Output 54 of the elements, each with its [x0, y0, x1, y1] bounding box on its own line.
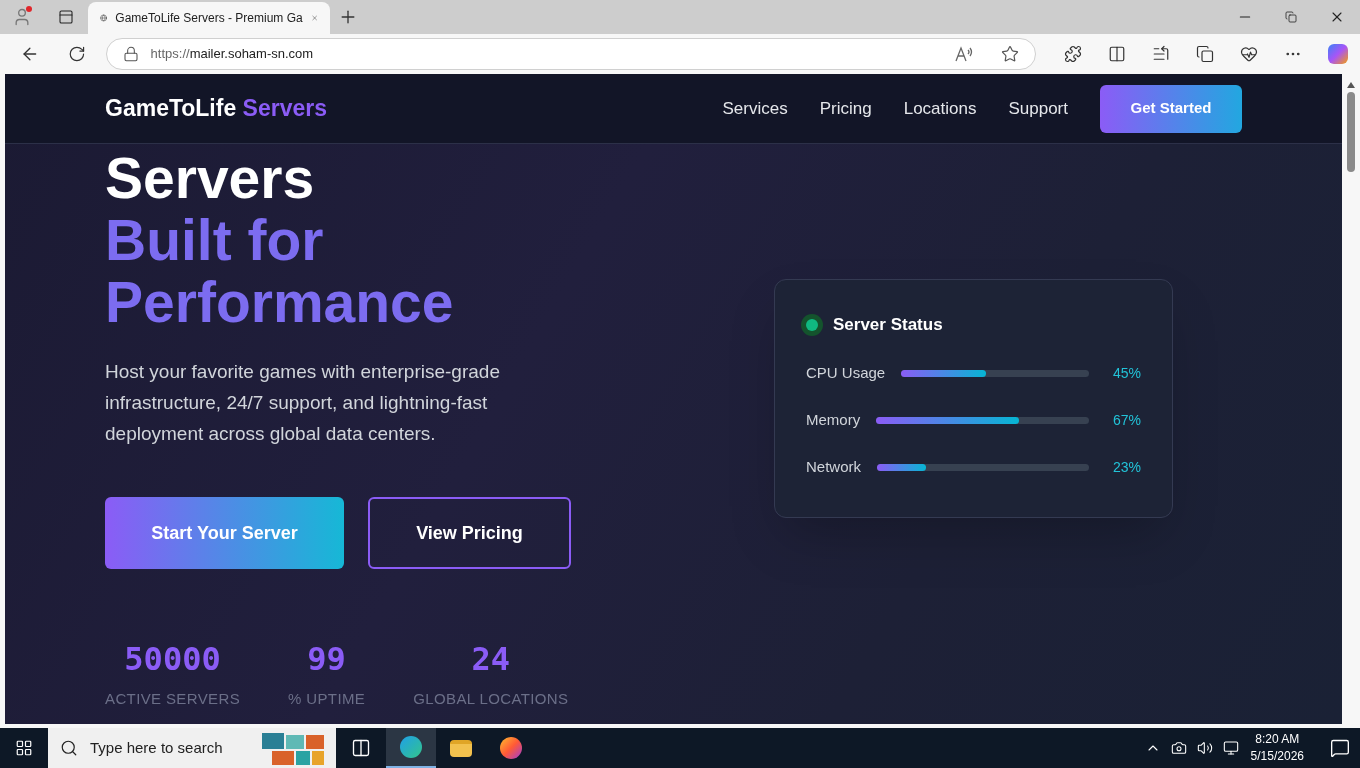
hero-heading-line: Built for: [105, 209, 325, 271]
brand-logo[interactable]: GameToLife Servers: [105, 91, 328, 126]
scroll-up-arrow-icon[interactable]: [1347, 82, 1355, 88]
stat-value: 50000: [124, 639, 221, 679]
metric-reading: 23%: [1113, 458, 1141, 477]
taskbar-search-field[interactable]: Type here to search: [48, 728, 336, 768]
metric-label: Memory: [806, 410, 861, 431]
start-server-button[interactable]: Start Your Server: [105, 497, 344, 569]
windows-start-icon[interactable]: [15, 739, 33, 757]
notifications-icon[interactable]: [1330, 738, 1350, 758]
tab-actions-icon[interactable]: [58, 9, 74, 25]
camera-icon[interactable]: [1170, 740, 1187, 756]
scrollbar-thumb[interactable]: [1347, 92, 1355, 172]
browser-tab[interactable]: GameToLife Servers - Premium Ga: [88, 2, 330, 34]
view-pricing-button[interactable]: View Pricing: [368, 497, 571, 569]
favorites-icon[interactable]: [1152, 45, 1170, 63]
health-icon[interactable]: [1240, 45, 1258, 63]
stat-value: 99: [307, 639, 346, 679]
nav-link[interactable]: Pricing: [819, 95, 872, 122]
hero-description: Host your favorite games with enterprise-grade infrastructure, 24/7 support, and lightning-fast deployment across global data centers.: [105, 360, 501, 446]
card-title: Server Status: [833, 314, 943, 336]
metric-reading: 67%: [1113, 411, 1141, 430]
stat-label: % UPTIME: [288, 689, 366, 709]
search-icon: [60, 739, 78, 757]
collections-icon[interactable]: [1196, 45, 1214, 63]
folder-icon[interactable]: [450, 739, 472, 757]
stat-label: ACTIVE SERVERS: [105, 689, 240, 709]
edge-taskbar-button[interactable]: [386, 728, 436, 768]
stat-label: GLOBAL LOCATIONS: [413, 689, 569, 709]
metric-reading: 45%: [1113, 364, 1141, 383]
nav-link[interactable]: Services: [722, 95, 788, 122]
lock-icon[interactable]: [122, 46, 139, 62]
task-view-icon[interactable]: [351, 738, 371, 758]
favorite-star-icon[interactable]: [1001, 45, 1019, 63]
reload-icon[interactable]: [67, 45, 86, 63]
address-bar[interactable]: https://mailer.soham-sn.com: [105, 38, 1036, 70]
hero-heading-line: Servers: [105, 147, 316, 209]
metric-label: Network: [806, 457, 861, 478]
clock-time[interactable]: 8:20 AM: [1255, 731, 1300, 748]
split-screen-icon[interactable]: [1108, 45, 1126, 63]
stat-value: 24: [471, 639, 511, 679]
restore-icon[interactable]: [1285, 11, 1297, 23]
url-text: https://mailer.soham-sn.com: [150, 45, 315, 64]
hero-heading-line: Performance: [105, 271, 455, 333]
nav-link[interactable]: Support: [1008, 95, 1068, 122]
extensions-icon[interactable]: [1064, 45, 1082, 63]
metric-label: CPU Usage: [806, 363, 886, 384]
read-aloud-icon[interactable]: [955, 46, 973, 62]
clock-date[interactable]: 5/15/2026: [1250, 748, 1304, 765]
get-started-button[interactable]: Get Started: [1100, 84, 1242, 133]
network-icon[interactable]: [1222, 740, 1239, 756]
nav-link[interactable]: Locations: [903, 95, 977, 122]
volume-icon[interactable]: [1196, 740, 1213, 756]
tab-title: GameToLife Servers - Premium Ga: [115, 10, 303, 27]
